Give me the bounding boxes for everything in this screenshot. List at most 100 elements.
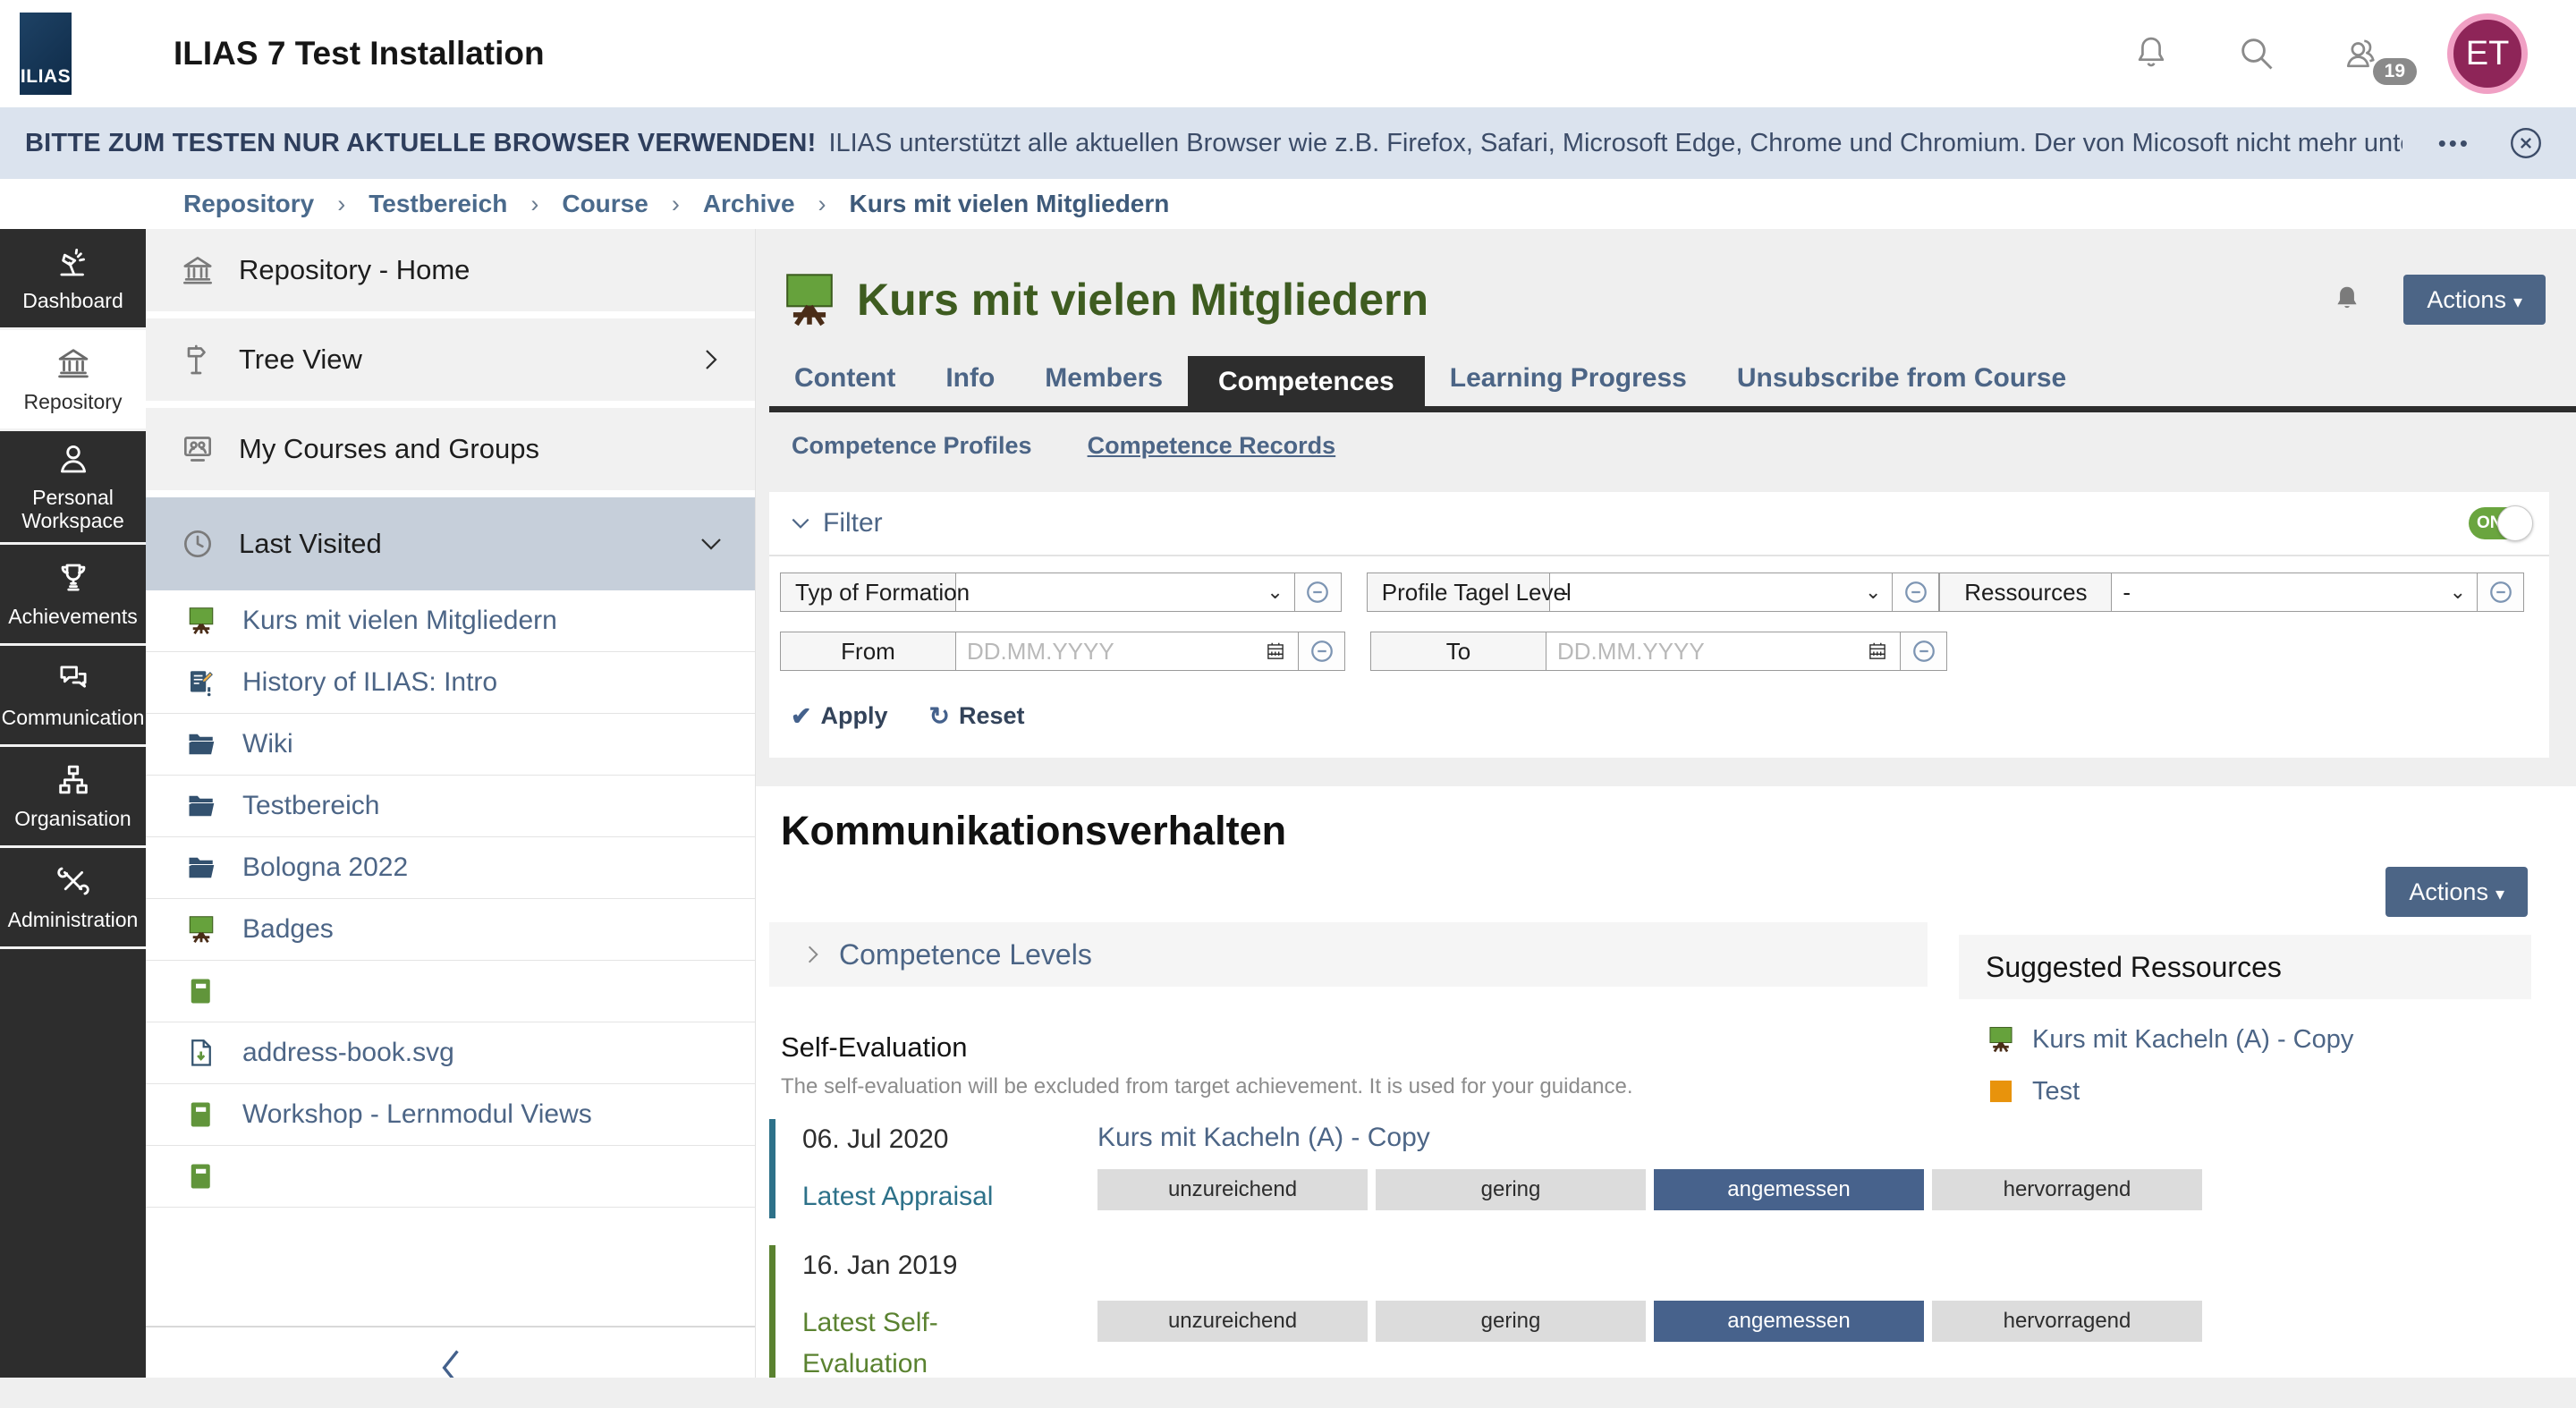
subtab-competence-profiles[interactable]: Competence Profiles — [792, 432, 1032, 460]
top-icons: 19 ET — [2131, 0, 2528, 107]
rail-item-dashboard[interactable]: Dashboard — [0, 229, 146, 330]
ilias-logo[interactable]: ILIAS — [20, 13, 72, 95]
date-input[interactable]: DD.MM.YYYY — [956, 632, 1298, 670]
list-item-label: Workshop - Lernmodul Views — [242, 1099, 592, 1130]
banner-text: BITTE ZUM TESTEN NUR AKTUELLE BROWSER VE… — [25, 129, 2402, 158]
list-item-item[interactable] — [146, 1146, 755, 1208]
date-input[interactable]: DD.MM.YYYY — [1546, 632, 1900, 670]
list-item-history-of-ilias-intro[interactable]: History of ILIAS: Intro — [146, 652, 755, 714]
chevron-right-icon: › — [672, 191, 680, 218]
competence-levels-label: Competence Levels — [839, 938, 1092, 971]
list-item-kurs-mit-vielen-mitgliedern[interactable]: Kurs mit vielen Mitgliedern — [146, 590, 755, 652]
tools-icon — [55, 862, 92, 900]
competence-levels-accordion[interactable]: Competence Levels — [769, 922, 1928, 987]
filter-header: Filter ON — [769, 492, 2549, 556]
bell-icon[interactable] — [2131, 33, 2172, 74]
filter-date-from: FromDD.MM.YYYY — [780, 632, 1345, 671]
rail-item-achievements[interactable]: Achievements — [0, 545, 146, 646]
rail-item-personal-workspace[interactable]: Personal Workspace — [0, 431, 146, 545]
rail-item-communication[interactable]: Communication — [0, 646, 146, 747]
suggested-resources-header: Suggested Ressources — [1959, 935, 2531, 999]
suggested-resource-test[interactable]: Test — [1986, 1076, 2531, 1107]
remove-filter-button[interactable] — [1900, 632, 1946, 670]
reset-button[interactable]: ↻ Reset — [928, 701, 1024, 731]
search-icon[interactable] — [2236, 33, 2277, 74]
filter-field-select[interactable]: -⌄ — [1550, 573, 1893, 611]
avatar[interactable]: ET — [2447, 13, 2528, 94]
list-item-bologna-2022[interactable]: Bologna 2022 — [146, 837, 755, 899]
tab-unsubscribe-from-course[interactable]: Unsubscribe from Course — [1737, 363, 2066, 406]
suggested-resources-list: Kurs mit Kacheln (A) - Copy Test — [1959, 999, 2531, 1137]
book-icon — [185, 1098, 217, 1131]
remove-filter-button[interactable] — [1892, 573, 1938, 611]
appraisal-link-latest-self-evaluation[interactable]: Latest Self-Evaluation — [802, 1302, 1026, 1386]
suggested-resource-label: Test — [2032, 1077, 2080, 1107]
breadcrumb-link-repository[interactable]: Repository — [183, 190, 314, 218]
list-item-label: History of ILIAS: Intro — [242, 667, 497, 698]
rating-segment-hervorragend: hervorragend — [1932, 1301, 2202, 1342]
chevron-down-icon: ⌄ — [2450, 581, 2466, 604]
rail-item-administration[interactable]: Administration — [0, 848, 146, 949]
sidebar-item-tree-view[interactable]: Tree View — [146, 318, 755, 401]
course-actions-button[interactable]: Actions▾ — [2403, 275, 2546, 325]
rail-item-label: Communication — [2, 706, 145, 729]
sidebar-item-my-courses-and-groups[interactable]: My Courses and Groups — [146, 408, 755, 490]
filter-title[interactable]: Filter — [823, 508, 2469, 539]
rail-item-repository[interactable]: Repository — [0, 330, 146, 431]
filter-field-select[interactable]: ⌄ — [956, 573, 1294, 611]
date-placeholder: DD.MM.YYYY — [967, 638, 1114, 666]
appraisal-link-latest-appraisal[interactable]: Latest Appraisal — [802, 1176, 1026, 1218]
tab-members[interactable]: Members — [1045, 363, 1163, 406]
breadcrumb-current: Kurs mit vielen Mitgliedern — [850, 190, 1170, 218]
filter-field-value: - — [2123, 579, 2131, 606]
filter-toggle[interactable]: ON — [2469, 507, 2528, 539]
users-icon[interactable]: 19 — [2342, 33, 2383, 74]
tab-competences[interactable]: Competences — [1188, 356, 1425, 406]
notification-bell-icon[interactable] — [2330, 283, 2364, 317]
remove-filter-button[interactable] — [1298, 632, 1344, 670]
filter-field-label: Profile Tagel Level — [1368, 573, 1550, 611]
folder-icon — [185, 790, 217, 822]
date-placeholder: DD.MM.YYYY — [1557, 638, 1705, 666]
remove-filter-button[interactable] — [2477, 573, 2523, 611]
filter-field-select[interactable]: -⌄ — [2112, 573, 2477, 611]
chevron-right-icon: › — [337, 191, 345, 218]
tab-content[interactable]: Content — [794, 363, 895, 406]
chevron-right-icon: › — [818, 191, 826, 218]
close-icon[interactable] — [2506, 123, 2546, 163]
rating-segment-gering: gering — [1376, 1301, 1646, 1342]
chat-icon — [55, 660, 92, 698]
chevron-right-icon — [801, 943, 825, 966]
list-item-badges[interactable]: Badges — [146, 899, 755, 961]
rail-item-organisation[interactable]: Organisation — [0, 747, 146, 848]
appraisal-entry-meta: 06. Jul 2020Latest Appraisal — [802, 1119, 1097, 1218]
list-item-address-book-svg[interactable]: address-book.svg — [146, 1022, 755, 1084]
breadcrumb-link-course[interactable]: Course — [562, 190, 648, 218]
rating-segment-angemessen: angemessen — [1654, 1301, 1924, 1342]
appraisal-entries: 06. Jul 2020Latest AppraisalKurs mit Kac… — [769, 1119, 2576, 1386]
list-item-testbereich[interactable]: Testbereich — [146, 776, 755, 837]
list-item-item[interactable] — [146, 961, 755, 1022]
tab-learning-progress[interactable]: Learning Progress — [1450, 363, 1687, 406]
suggested-resource-kurs-mit-kacheln-a-copy[interactable]: Kurs mit Kacheln (A) - Copy — [1986, 1024, 2531, 1055]
appraisal-entry-body: unzureichendgeringangemessenhervorragend — [1097, 1245, 2576, 1386]
subtab-competence-records[interactable]: Competence Records — [1088, 432, 1336, 460]
course-icon — [1986, 1024, 2016, 1055]
apply-button[interactable]: ✔ Apply — [791, 701, 887, 731]
sidebar-item-repository-home[interactable]: Repository - Home — [146, 229, 755, 311]
chevron-down-icon — [789, 512, 812, 535]
caret-down-icon: ▾ — [2496, 885, 2504, 904]
competence-actions-button[interactable]: Actions▾ — [2385, 867, 2528, 917]
filter-panel: Filter ON Typ of Formation⌄Profile Tagel… — [769, 492, 2549, 758]
more-icon[interactable]: ••• — [2438, 130, 2470, 157]
remove-filter-button[interactable] — [1294, 573, 1341, 611]
sidebar-item-label: My Courses and Groups — [239, 433, 724, 465]
sidebar-item-last-visited[interactable]: Last Visited — [146, 497, 755, 590]
resource-link-kurs-mit-kacheln-a-copy[interactable]: Kurs mit Kacheln (A) - Copy — [1097, 1123, 1430, 1152]
breadcrumb-link-testbereich[interactable]: Testbereich — [369, 190, 507, 218]
tab-info[interactable]: Info — [945, 363, 995, 406]
list-item-workshop-lernmodul-views[interactable]: Workshop - Lernmodul Views — [146, 1084, 755, 1146]
list-item-wiki[interactable]: Wiki — [146, 714, 755, 776]
breadcrumb-link-archive[interactable]: Archive — [703, 190, 795, 218]
main-content: Kurs mit vielen Mitgliedern Actions▾ Con… — [756, 229, 2576, 1408]
